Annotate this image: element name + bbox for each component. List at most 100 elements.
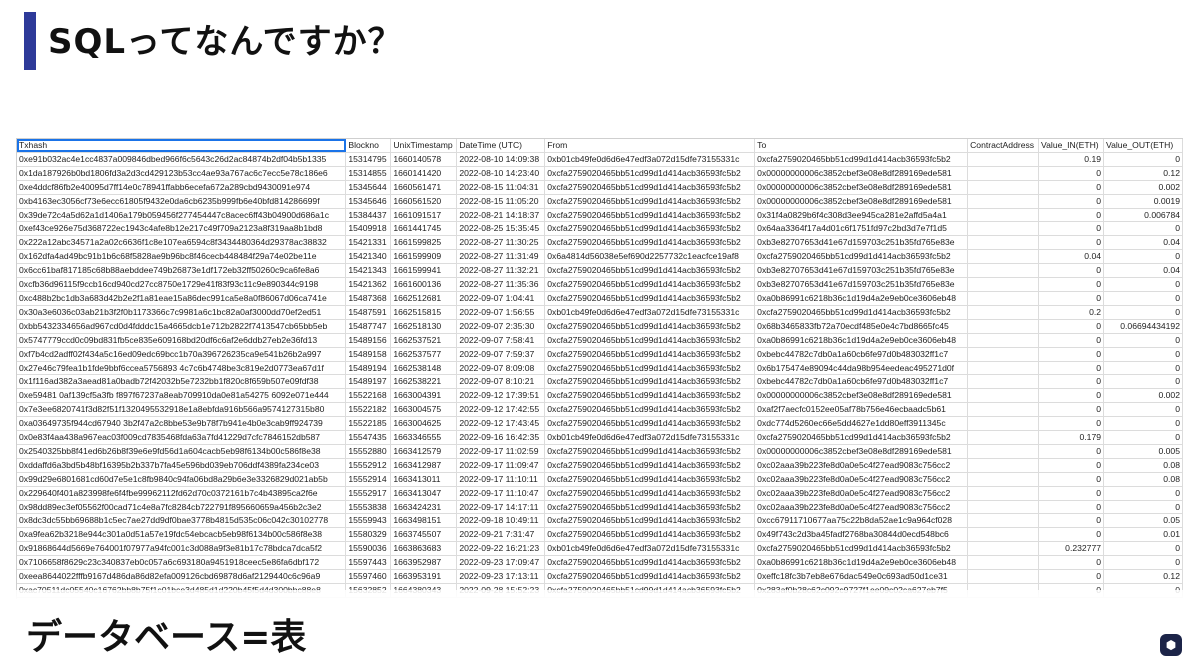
table-cell[interactable]: 0.12 — [1103, 569, 1183, 584]
table-cell[interactable]: 0xb3e82707653d41e67d159703c251b35fd765e8… — [754, 263, 969, 279]
table-cell[interactable] — [967, 166, 1040, 181]
table-cell[interactable]: 0 — [1103, 555, 1183, 571]
table-cell[interactable] — [967, 291, 1040, 306]
table-cell[interactable] — [967, 541, 1040, 557]
table-cell[interactable]: 15559943 — [345, 513, 392, 529]
table-cell[interactable]: 0x162dfa4ad49bc91b1b6c68f5828ae9b96bc8f4… — [17, 249, 347, 265]
table-cell[interactable]: 0xcfa2759020465bb51cd99d1d414acb36593fc5… — [544, 513, 756, 529]
table-cell[interactable]: 0.0019 — [1103, 194, 1183, 209]
table-cell[interactable]: 0xcfa2759020465bb51cd99d1d414acb36593fc5… — [754, 430, 969, 445]
table-cell[interactable]: 0xe91b032ac4e1cc4837a009846dbed966f6c564… — [17, 152, 347, 167]
table-cell[interactable]: 0 — [1103, 374, 1183, 390]
table-cell[interactable]: 0 — [1038, 235, 1105, 251]
table-cell[interactable] — [967, 235, 1040, 251]
table-cell[interactable]: 0xc488b2bc1db3a683d42b2e2f1a81eae15a86de… — [17, 291, 347, 306]
column-header[interactable]: ContractAddress — [967, 139, 1040, 153]
table-cell[interactable]: 15552912 — [345, 458, 392, 473]
table-cell[interactable]: 0.179 — [1038, 430, 1105, 445]
table-cell[interactable]: 0 — [1038, 416, 1105, 432]
table-cell[interactable]: 15421331 — [345, 235, 392, 251]
table-cell[interactable]: 0x1da187926b0bd1806fd3a2d3cd429123b53cc4… — [17, 166, 347, 181]
table-cell[interactable]: 0xcfa2759020465bb51cd99d1d414acb36593fc5… — [544, 208, 756, 223]
table-cell[interactable]: 1663952987 — [390, 555, 458, 571]
table-cell[interactable]: 0xe59481 0af139cf5a3fb f897f67237a8eab70… — [17, 388, 347, 404]
table-cell[interactable]: 0 — [1103, 361, 1183, 376]
table-cell[interactable]: 0 — [1038, 208, 1105, 223]
table-cell[interactable]: 0.06694434192 — [1103, 319, 1183, 334]
table-cell[interactable]: 0xcfb36d96115f9ccb16cd940cd27cc8750e1729… — [17, 277, 347, 292]
table-cell[interactable]: 15421362 — [345, 277, 392, 292]
table-cell[interactable]: 0x229640f401a823998fe6f4fbe99962112fd62d… — [17, 486, 347, 501]
table-cell[interactable]: 15314795 — [345, 152, 392, 167]
table-cell[interactable]: 2022-09-17 11:10:11 — [456, 472, 546, 487]
table-cell[interactable]: 0 — [1103, 305, 1183, 320]
table-cell[interactable]: 2022-09-07 1:04:41 — [456, 291, 546, 306]
table-cell[interactable]: 2022-09-17 11:10:47 — [456, 486, 546, 501]
table-cell[interactable]: 0xddaffd6a3bd5b48bf16395b2b337b7fa45e596… — [17, 458, 347, 473]
table-cell[interactable]: 1663412987 — [390, 458, 458, 473]
table-cell[interactable] — [967, 194, 1040, 209]
column-header[interactable]: DateTime (UTC) — [456, 139, 546, 153]
table-cell[interactable]: 2022-09-18 10:49:11 — [456, 513, 546, 529]
table-cell[interactable]: 0xcfa2759020465bb51cd99d1d414acb36593fc5… — [544, 180, 756, 195]
table-cell[interactable]: 1662538221 — [390, 374, 458, 390]
table-cell[interactable]: 0 — [1103, 277, 1183, 292]
table-cell[interactable]: 0xcfa2759020465bb51cd99d1d414acb36593fc5… — [544, 402, 756, 418]
table-cell[interactable]: 0 — [1038, 319, 1105, 334]
table-cell[interactable]: 0 — [1103, 347, 1183, 362]
table-cell[interactable]: 1662538148 — [390, 361, 458, 376]
table-cell[interactable]: 15597443 — [345, 555, 392, 571]
table-cell[interactable]: 0x6cc61baf817185c68b88aebddee749b26873e1… — [17, 263, 347, 279]
table-cell[interactable]: 1660561471 — [390, 180, 458, 195]
table-cell[interactable]: 2022-08-27 11:35:36 — [456, 277, 546, 292]
table-cell[interactable]: 1662512681 — [390, 291, 458, 306]
table-cell[interactable] — [967, 458, 1040, 473]
table-cell[interactable]: 2022-08-27 11:31:49 — [456, 249, 546, 265]
table-cell[interactable]: 0 — [1103, 221, 1183, 237]
table-cell[interactable]: 0 — [1103, 291, 1183, 306]
table-cell[interactable]: 0xb01cb49fe0d6d6e47edf3a072d15dfe7315533… — [544, 305, 756, 320]
table-cell[interactable]: 0 — [1103, 541, 1183, 557]
table-cell[interactable]: 2022-08-10 14:23:40 — [456, 166, 546, 181]
table-cell[interactable] — [967, 277, 1040, 292]
table-cell[interactable]: 0.08 — [1103, 472, 1183, 487]
table-cell[interactable]: 0xb01cb49fe0d6d6e47edf3a072d15dfe7315533… — [544, 152, 756, 167]
table-cell[interactable]: 0xcfa2759020465bb51cd99d1d414acb36593fc5… — [544, 555, 756, 571]
table-cell[interactable]: 0x7106658f8629c23c340837eb0c057a6c693180… — [17, 555, 347, 571]
table-cell[interactable]: 0xf7b4cd2adff02f434a5c16ed09edc69bcc1b70… — [17, 347, 347, 362]
table-cell[interactable]: 2022-09-12 17:42:55 — [456, 402, 546, 418]
table-cell[interactable] — [967, 486, 1040, 501]
table-cell[interactable]: 2022-09-21 7:31:47 — [456, 527, 546, 543]
table-cell[interactable]: 0x6b175474e89094c44da98b954eedeac495271d… — [754, 361, 969, 376]
table-cell[interactable]: 2022-09-07 2:35:30 — [456, 319, 546, 334]
table-cell[interactable]: 1662537577 — [390, 347, 458, 362]
table-cell[interactable]: 0xcfa2759020465bb51cd99d1d414acb36593fc5… — [754, 305, 969, 320]
table-cell[interactable]: 2022-09-23 17:13:11 — [456, 569, 546, 584]
table-cell[interactable]: 0x222a12abc34571a2a02c6636f1c8e107ea6594… — [17, 235, 347, 251]
table-cell[interactable]: 0xcfa2759020465bb51cd99d1d414acb36593fc5… — [754, 152, 969, 167]
table-cell[interactable]: 1663424231 — [390, 500, 458, 515]
table-cell[interactable]: 0xa9fea62b3218e944c301a0d51a57e19fdc54eb… — [17, 527, 347, 543]
table-cell[interactable]: 1661599909 — [390, 249, 458, 265]
column-header[interactable]: To — [754, 139, 969, 153]
table-cell[interactable] — [967, 361, 1040, 376]
table-cell[interactable]: 0xcfa2759020465bb51cd99d1d414acb36593fc5… — [544, 388, 756, 404]
table-cell[interactable]: 0.08 — [1103, 458, 1183, 473]
table-cell[interactable]: 15487368 — [345, 291, 392, 306]
table-cell[interactable]: 0.006784 — [1103, 208, 1183, 223]
table-cell[interactable]: 2022-09-17 11:02:59 — [456, 444, 546, 459]
table-cell[interactable]: 15552914 — [345, 472, 392, 487]
table-cell[interactable]: 2022-08-21 14:18:37 — [456, 208, 546, 223]
table-cell[interactable]: 0 — [1038, 472, 1105, 487]
table-cell[interactable]: 1660141420 — [390, 166, 458, 181]
table-cell[interactable]: 2022-08-27 11:32:21 — [456, 263, 546, 279]
table-cell[interactable]: 0 — [1038, 500, 1105, 515]
column-header[interactable]: Value_OUT(ETH) — [1103, 139, 1183, 153]
table-cell[interactable]: 0xcfa2759020465bb51cd99d1d414acb36593fc5… — [544, 500, 756, 515]
table-cell[interactable]: 0.2 — [1038, 305, 1105, 320]
table-cell[interactable]: 15487747 — [345, 319, 392, 334]
table-cell[interactable]: 2022-09-07 1:56:55 — [456, 305, 546, 320]
table-cell[interactable]: 2022-09-17 11:09:47 — [456, 458, 546, 473]
table-cell[interactable]: 2022-08-15 11:05:20 — [456, 194, 546, 209]
table-cell[interactable]: 0xcfa2759020465bb51cd99d1d414acb36593fc5… — [544, 444, 756, 459]
